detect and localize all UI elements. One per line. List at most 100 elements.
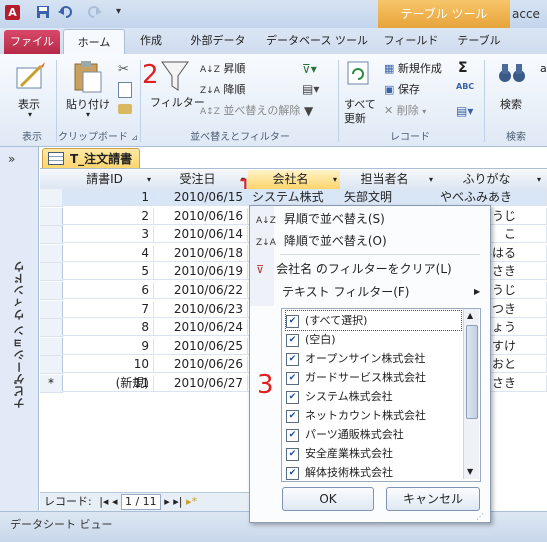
tab-fields[interactable]: フィールド xyxy=(380,28,442,54)
column-dropdown-icon[interactable]: ▾ xyxy=(333,170,337,189)
refresh-all-button[interactable]: すべて 更新 xyxy=(340,58,380,125)
cell-date[interactable]: 2010/06/14 xyxy=(154,226,248,244)
cell-date[interactable]: 2010/06/23 xyxy=(154,300,248,318)
new-record-nav-icon[interactable]: ▸* xyxy=(186,495,197,508)
ok-button[interactable]: OK xyxy=(282,487,374,511)
tab-file[interactable]: ファイル xyxy=(4,30,60,54)
cell-id[interactable]: 9 xyxy=(62,337,154,355)
row-selector[interactable] xyxy=(40,244,63,263)
new-row-selector[interactable]: * xyxy=(40,375,63,393)
checkbox-checked-icon[interactable]: ✔ xyxy=(286,333,299,347)
menu-sort-descending[interactable]: Z↓A 降順で並べ替え(O) xyxy=(256,230,486,252)
list-scrollbar[interactable]: ▲ ▼ xyxy=(463,309,479,479)
cell-id[interactable]: 1 xyxy=(62,189,154,206)
checkbox-checked-icon[interactable]: ✔ xyxy=(286,352,299,366)
sort-ascending-button[interactable]: A↓Z 昇順 xyxy=(200,60,245,78)
last-record-icon[interactable]: ▸| xyxy=(173,495,182,508)
cell-person[interactable]: 矢部文明 xyxy=(340,189,436,206)
prev-record-icon[interactable]: ◂ xyxy=(112,495,118,508)
tab-table[interactable]: テーブル xyxy=(448,28,510,54)
cell-date[interactable]: 2010/06/22 xyxy=(154,282,248,299)
undo-icon[interactable] xyxy=(58,5,74,21)
tab-database-tools[interactable]: データベース ツール xyxy=(262,28,372,54)
checkbox-checked-icon[interactable]: ✔ xyxy=(286,390,299,404)
cell-id[interactable]: 10 xyxy=(62,356,154,374)
tab-home[interactable]: ホーム xyxy=(63,29,125,55)
cell-id[interactable]: 8 xyxy=(62,319,154,337)
filter-list-item[interactable]: ✔ オープンサイン株式会社 xyxy=(286,349,461,368)
tab-create[interactable]: 作成 xyxy=(130,28,172,54)
sort-descending-button[interactable]: Z↓A 降順 xyxy=(200,81,245,99)
scroll-up-icon[interactable]: ▲ xyxy=(467,311,473,320)
remove-sort-button[interactable]: A↕Z 並べ替えの解除 xyxy=(200,102,300,120)
next-record-icon[interactable]: ▸ xyxy=(164,495,170,508)
row-selector[interactable] xyxy=(40,337,63,356)
checkbox-checked-icon[interactable]: ✔ xyxy=(286,447,299,461)
scroll-thumb[interactable] xyxy=(466,325,478,419)
new-row-label[interactable]: (新規) xyxy=(62,375,154,392)
cut-icon[interactable]: ✂ xyxy=(118,62,129,77)
record-position-input[interactable]: 1 / 11 xyxy=(120,494,161,510)
checkbox-checked-icon[interactable]: ✔ xyxy=(286,428,299,442)
nav-expand-icon[interactable]: » xyxy=(8,152,15,166)
cell-id[interactable]: 4 xyxy=(62,244,154,262)
menu-text-filter[interactable]: テキスト フィルター(F) ▶ xyxy=(256,281,486,303)
filter-list-item[interactable]: ✔ 安全産業株式会社 xyxy=(286,444,461,463)
spelling-icon[interactable]: ABC xyxy=(456,82,474,91)
advanced-filter-icon[interactable]: ▤▾ xyxy=(302,82,319,96)
tab-external-data[interactable]: 外部データ xyxy=(178,28,258,54)
filter-list-item[interactable]: ✔ (空白) xyxy=(286,330,461,349)
cell-date[interactable]: 2010/06/18 xyxy=(154,244,248,262)
qat-customize-icon[interactable]: ▾ xyxy=(116,6,121,17)
column-dropdown-icon[interactable]: ▾ xyxy=(537,170,541,189)
column-header-company[interactable]: 会社名 ▾ xyxy=(248,170,341,190)
row-selector[interactable] xyxy=(40,189,63,207)
save-record-button[interactable]: ▣ 保存 xyxy=(384,81,420,99)
cell-company[interactable]: システム株式 xyxy=(248,189,340,206)
format-painter-icon[interactable] xyxy=(118,104,132,114)
column-header-date[interactable]: 受注日 ▾ xyxy=(154,170,249,190)
filter-list-item[interactable]: ✔ パーツ通販株式会社 xyxy=(286,425,461,444)
row-selector[interactable] xyxy=(40,282,63,300)
row-selector[interactable] xyxy=(40,207,63,226)
cell-date[interactable]: 2010/06/19 xyxy=(154,263,248,281)
column-dropdown-icon[interactable]: ▾ xyxy=(429,170,433,189)
cell-date[interactable]: 2010/06/26 xyxy=(154,356,248,374)
filter-list-item[interactable]: ✔ ネットカウント株式会社 xyxy=(286,406,461,425)
delete-record-button[interactable]: ✕ 削除 ▾ xyxy=(384,102,426,120)
cancel-button[interactable]: キャンセル xyxy=(386,487,480,511)
cell-id[interactable]: 5 xyxy=(62,263,154,281)
cell-kana[interactable]: やべふみあき xyxy=(436,189,547,206)
column-header-kana[interactable]: ふりがな ▾ xyxy=(436,170,547,190)
filter-list-item[interactable]: ✔ (すべて選択) xyxy=(285,310,462,331)
first-record-icon[interactable]: |◂ xyxy=(99,495,108,508)
cell-id[interactable]: 2 xyxy=(62,207,154,225)
column-header-id[interactable]: 請書ID ▾ xyxy=(62,170,155,190)
menu-sort-ascending[interactable]: A↓Z 昇順で並べ替え(S) xyxy=(256,208,486,230)
paste-button[interactable]: 貼り付け ▾ xyxy=(62,60,114,122)
column-dropdown-icon[interactable]: ▾ xyxy=(147,170,151,189)
select-all-corner[interactable] xyxy=(40,170,63,190)
cell-date[interactable]: 2010/06/15 xyxy=(154,189,248,206)
resize-grip-icon[interactable]: ⋰ xyxy=(476,512,484,521)
replace-icon[interactable]: ab xyxy=(540,62,547,75)
cell-date[interactable]: 2010/06/16 xyxy=(154,207,248,225)
totals-icon[interactable]: Σ xyxy=(458,60,468,76)
checkbox-checked-icon[interactable]: ✔ xyxy=(286,371,299,385)
cell-id[interactable]: 3 xyxy=(62,226,154,244)
row-selector[interactable] xyxy=(40,226,63,245)
dialog-launcher-icon[interactable]: ⊿ xyxy=(131,133,138,142)
filter-button[interactable]: フィルター xyxy=(146,58,205,122)
checkbox-checked-icon[interactable]: ✔ xyxy=(286,314,299,328)
new-record-button[interactable]: ▦ 新規作成 xyxy=(384,60,442,78)
find-button[interactable]: 検索 xyxy=(490,58,536,124)
view-button[interactable]: 表示 ▾ xyxy=(8,60,54,122)
column-header-person[interactable]: 担当者名 ▾ xyxy=(340,170,437,190)
row-selector[interactable] xyxy=(40,300,63,319)
cell-date[interactable]: 2010/06/24 xyxy=(154,319,248,337)
row-selector[interactable] xyxy=(40,263,63,282)
cell-id[interactable]: 6 xyxy=(62,282,154,299)
save-icon[interactable] xyxy=(36,5,52,21)
cell-date[interactable]: 2010/06/27 xyxy=(154,375,248,392)
copy-icon[interactable] xyxy=(118,82,132,98)
